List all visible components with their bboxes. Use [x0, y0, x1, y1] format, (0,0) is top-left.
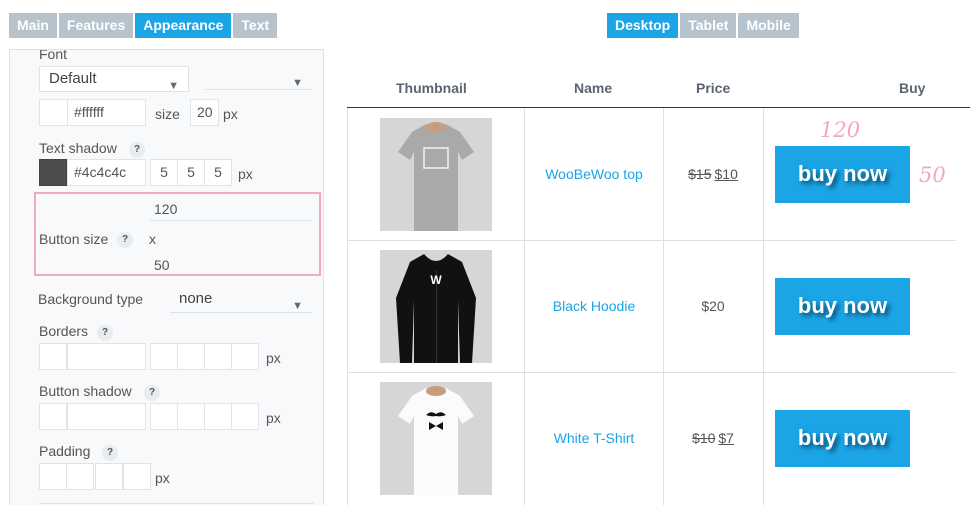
- price-value: $20: [701, 298, 725, 314]
- chevron-down-icon: ▼: [292, 300, 303, 312]
- border-color-input[interactable]: [67, 343, 146, 370]
- product-name-link[interactable]: WooBeWoo top: [525, 166, 663, 182]
- border-style-input[interactable]: [177, 343, 205, 370]
- shadow-color-swatch[interactable]: [39, 159, 67, 186]
- column-header-name: Name: [574, 80, 613, 96]
- divider: [150, 220, 312, 221]
- chevron-down-icon: ▼: [168, 80, 179, 92]
- text-shadow-label: Text shadow: [39, 140, 117, 156]
- tab-appearance[interactable]: Appearance: [135, 13, 232, 38]
- font-size-input[interactable]: 20: [190, 99, 219, 126]
- divider: [39, 503, 314, 504]
- product-name-link[interactable]: Black Hoodie: [525, 298, 663, 314]
- tab-desktop[interactable]: Desktop: [607, 13, 679, 38]
- row-divider: [347, 240, 956, 241]
- white-tshirt-icon: [380, 382, 492, 495]
- column-divider: [763, 108, 764, 505]
- font-color-input[interactable]: #ffffff: [67, 99, 146, 126]
- column-divider: [347, 108, 348, 505]
- font-select[interactable]: Default ▼: [39, 66, 189, 92]
- height-annotation: 50: [919, 163, 946, 187]
- black-hoodie-icon: W: [380, 250, 492, 363]
- column-header-price: Price: [696, 80, 731, 96]
- px-unit: px: [155, 470, 170, 486]
- font-weight-select[interactable]: ▼: [205, 64, 312, 90]
- button-shadow-blur-input[interactable]: [204, 403, 232, 430]
- width-annotation: 120: [820, 118, 861, 142]
- border-extra-input[interactable]: [231, 343, 259, 370]
- padding-top-input[interactable]: [39, 463, 67, 490]
- old-price: $10: [692, 430, 716, 446]
- px-unit: px: [266, 410, 281, 426]
- help-icon[interactable]: ?: [144, 385, 160, 401]
- padding-bottom-input[interactable]: [95, 463, 123, 490]
- font-color-swatch[interactable]: [39, 99, 68, 126]
- shadow-color-input[interactable]: #4c4c4c: [67, 159, 146, 186]
- appearance-panel: Font Default ▼ ▼ #ffffff size 20 px Text…: [9, 49, 324, 505]
- background-type-label: Background type: [38, 291, 144, 307]
- help-icon[interactable]: ?: [97, 325, 113, 341]
- tab-tablet[interactable]: Tablet: [680, 13, 737, 38]
- px-unit: px: [223, 106, 238, 122]
- product-thumbnail[interactable]: [380, 382, 492, 495]
- header-divider: [347, 107, 970, 108]
- border-width-input[interactable]: [150, 343, 178, 370]
- tab-features[interactable]: Features: [58, 13, 134, 38]
- chevron-down-icon: ▼: [292, 77, 303, 89]
- column-header-buy: Buy: [899, 80, 926, 96]
- buy-now-button[interactable]: buy now: [775, 146, 910, 203]
- svg-text:W: W: [430, 273, 442, 287]
- sale-price: $10: [714, 166, 738, 182]
- font-label: Font: [39, 49, 68, 62]
- px-unit: px: [266, 350, 281, 366]
- buy-now-button[interactable]: buy now: [775, 278, 910, 335]
- button-size-label: Button size: [39, 231, 109, 247]
- button-shadow-color-input[interactable]: [67, 403, 146, 430]
- border-radius-input[interactable]: [204, 343, 232, 370]
- background-type-select[interactable]: none ▼: [170, 287, 312, 313]
- tab-mobile[interactable]: Mobile: [738, 13, 799, 38]
- padding-label: Padding: [39, 443, 91, 459]
- row-divider: [347, 372, 956, 373]
- help-icon[interactable]: ?: [117, 232, 133, 248]
- button-shadow-swatch[interactable]: [39, 403, 67, 430]
- size-separator: x: [149, 231, 156, 247]
- shadow-y-input[interactable]: 5: [177, 159, 205, 186]
- tab-text[interactable]: Text: [233, 13, 278, 38]
- padding-left-input[interactable]: [123, 463, 151, 490]
- shadow-x-input[interactable]: 5: [150, 159, 178, 186]
- sale-price: $7: [718, 430, 734, 446]
- shadow-blur-input[interactable]: 5: [204, 159, 232, 186]
- border-color-swatch[interactable]: [39, 343, 67, 370]
- column-header-thumbnail: Thumbnail: [396, 80, 467, 96]
- product-price: $10 $7: [663, 430, 763, 446]
- size-label: size: [155, 106, 180, 122]
- button-height-input[interactable]: 50: [154, 257, 170, 273]
- grey-tshirt-icon: [380, 118, 492, 231]
- font-select-value: Default: [49, 70, 97, 87]
- old-price: $15: [688, 166, 712, 182]
- product-price: $20: [663, 298, 763, 314]
- button-shadow-x-input[interactable]: [150, 403, 178, 430]
- help-icon[interactable]: ?: [129, 142, 145, 158]
- buy-now-button[interactable]: buy now: [775, 410, 910, 467]
- px-unit: px: [238, 166, 253, 182]
- settings-tabs: Main Features Appearance Text: [9, 13, 278, 38]
- padding-right-input[interactable]: [66, 463, 94, 490]
- button-shadow-label: Button shadow: [39, 383, 132, 399]
- button-shadow-spread-input[interactable]: [231, 403, 259, 430]
- device-tabs: Desktop Tablet Mobile: [607, 13, 799, 38]
- background-type-value: none: [179, 290, 213, 307]
- help-icon[interactable]: ?: [102, 445, 118, 461]
- button-width-input[interactable]: 120: [154, 201, 177, 217]
- product-thumbnail[interactable]: W: [380, 250, 492, 363]
- product-name-link[interactable]: White T-Shirt: [525, 430, 663, 446]
- product-price: $15 $10: [663, 166, 763, 182]
- button-shadow-y-input[interactable]: [177, 403, 205, 430]
- borders-label: Borders: [39, 323, 89, 339]
- product-thumbnail[interactable]: [380, 118, 492, 231]
- tab-main[interactable]: Main: [9, 13, 57, 38]
